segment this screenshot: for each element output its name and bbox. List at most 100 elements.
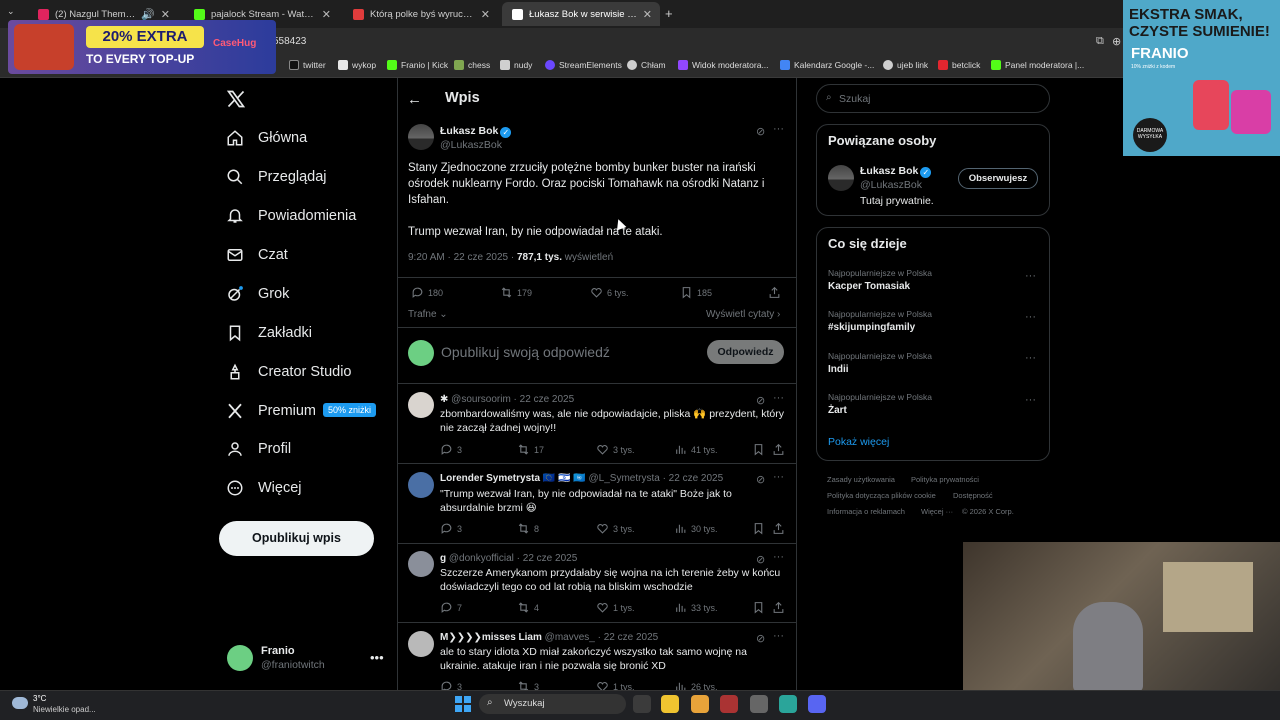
- x-logo-icon[interactable]: [226, 89, 246, 109]
- nav-notifications[interactable]: Powiadomienia: [222, 198, 356, 234]
- windows-start-icon[interactable]: [455, 696, 471, 712]
- avatar[interactable]: [408, 124, 434, 150]
- nav-creator-studio[interactable]: Creator Studio: [222, 354, 352, 390]
- tweet-author-name[interactable]: Łukasz Bok ✓: [440, 125, 512, 138]
- reply-author[interactable]: M❯❯❯❯misses Liam @mavves_ · 22 cze 2025: [440, 632, 658, 643]
- nav-bookmarks[interactable]: Zakładki: [222, 315, 312, 351]
- reply-action[interactable]: 7: [440, 601, 462, 614]
- task-view-icon[interactable]: [633, 695, 651, 713]
- bookmark-betclick[interactable]: betclick: [938, 60, 980, 70]
- post-button[interactable]: Opublikuj wpis: [219, 521, 374, 556]
- bookmark-kalendarz[interactable]: Kalendarz Google -...: [780, 60, 874, 70]
- footer-accessibility[interactable]: Dostępność: [953, 491, 993, 500]
- taskbar-search[interactable]: Wyszukaj: [479, 694, 626, 714]
- bookmark-action[interactable]: [752, 522, 769, 535]
- reply-action[interactable]: 180: [411, 286, 443, 299]
- zoom-icon[interactable]: ⊕: [1112, 35, 1121, 48]
- avatar[interactable]: [408, 472, 434, 498]
- sort-dropdown[interactable]: Trafne ⌄: [408, 309, 448, 320]
- tweet-author-handle[interactable]: @LukaszBok: [440, 139, 502, 151]
- like-action[interactable]: 3 tys.: [596, 522, 635, 535]
- grok-icon[interactable]: ⊘: [756, 473, 765, 486]
- reply-action[interactable]: 3: [440, 522, 462, 535]
- trend-topic[interactable]: #skijumpingfamily: [828, 322, 915, 333]
- trend-topic[interactable]: Żart: [828, 405, 847, 416]
- weather-temp[interactable]: 3°C: [33, 694, 46, 703]
- reply-button[interactable]: Odpowiedz: [707, 340, 784, 364]
- mute-icon[interactable]: 🔊: [141, 8, 155, 21]
- chrome-icon[interactable]: [661, 695, 679, 713]
- app-icon[interactable]: [720, 695, 738, 713]
- share-action[interactable]: [768, 286, 785, 299]
- avatar[interactable]: [828, 165, 854, 191]
- bookmark-action[interactable]: [752, 601, 769, 614]
- bookmark-chess[interactable]: chess: [454, 60, 490, 70]
- more-horizontal-icon[interactable]: ···: [1025, 352, 1036, 364]
- reply-author[interactable]: Lorender Symetrysta 🇪🇺 🇮🇱 🇺🇳 @L_Symetrys…: [440, 473, 723, 484]
- more-horizontal-icon[interactable]: ···: [1025, 394, 1036, 406]
- share-action[interactable]: [772, 522, 789, 535]
- install-app-icon[interactable]: ⧉: [1096, 35, 1104, 48]
- tab-4-active[interactable]: Łukasz Bok w serwisie X: „Stany ✕: [502, 2, 660, 26]
- bookmark-nudy[interactable]: nudy: [500, 60, 532, 70]
- reply-action[interactable]: 3: [440, 443, 462, 456]
- repost-action[interactable]: 17: [517, 443, 544, 456]
- settings-icon[interactable]: [750, 695, 768, 713]
- footer-more[interactable]: Więcej ···: [921, 507, 953, 516]
- more-horizontal-icon[interactable]: ···: [773, 630, 784, 642]
- like-action[interactable]: 3 tys.: [596, 443, 635, 456]
- reply-input[interactable]: Opublikuj swoją odpowiedź: [441, 344, 610, 360]
- weather-desc[interactable]: Niewielkie opad...: [33, 705, 96, 714]
- views-action[interactable]: 41 tys.: [674, 443, 718, 456]
- back-arrow-icon[interactable]: ←: [407, 91, 422, 108]
- grok-icon[interactable]: ⊘: [756, 394, 765, 407]
- grok-icon[interactable]: ⊘: [756, 125, 765, 138]
- show-more-link[interactable]: Pokaż więcej: [828, 436, 889, 448]
- trend-topic[interactable]: Kacper Tomasiak: [828, 281, 910, 292]
- bookmark-wykop[interactable]: wykop: [338, 60, 376, 70]
- more-horizontal-icon[interactable]: ···: [773, 551, 784, 563]
- close-icon[interactable]: ✕: [643, 8, 652, 21]
- new-tab-button[interactable]: +: [665, 6, 673, 21]
- nav-chat[interactable]: Czat: [222, 237, 288, 273]
- like-action[interactable]: 6 tys.: [590, 286, 629, 299]
- repost-action[interactable]: 179: [500, 286, 532, 299]
- repost-action[interactable]: 4: [517, 601, 539, 614]
- like-action[interactable]: 1 tys.: [596, 601, 635, 614]
- tab-list-icon[interactable]: ⌄: [7, 6, 15, 17]
- bookmark-streamelements[interactable]: StreamElements: [545, 60, 622, 70]
- more-horizontal-icon[interactable]: ···: [773, 123, 784, 135]
- reply-author[interactable]: ✱ @soursoorim · 22 cze 2025: [440, 394, 574, 405]
- more-horizontal-icon[interactable]: ···: [773, 392, 784, 404]
- discord-icon[interactable]: [808, 695, 826, 713]
- nav-explore[interactable]: Przeglądaj: [222, 159, 327, 195]
- more-horizontal-icon[interactable]: ···: [1025, 311, 1036, 323]
- nav-grok[interactable]: Grok: [222, 276, 289, 312]
- close-icon[interactable]: ✕: [161, 8, 170, 21]
- share-action[interactable]: [772, 443, 789, 456]
- views-action[interactable]: 30 tys.: [674, 522, 718, 535]
- footer-privacy[interactable]: Polityka prywatności: [911, 475, 979, 484]
- avatar[interactable]: [408, 551, 434, 577]
- app-icon[interactable]: [779, 695, 797, 713]
- footer-ads-info[interactable]: Informacja o reklamach: [827, 507, 905, 516]
- tab-3[interactable]: Którą polke byś wyruchał | Uw ✕: [343, 2, 498, 26]
- close-icon[interactable]: ✕: [322, 8, 331, 21]
- bookmark-widok-moderatora[interactable]: Widok moderatora...: [678, 60, 769, 70]
- grok-icon[interactable]: ⊘: [756, 553, 765, 566]
- grok-icon[interactable]: ⊘: [756, 632, 765, 645]
- following-button[interactable]: Obserwujesz: [958, 168, 1038, 189]
- avatar[interactable]: [408, 392, 434, 418]
- avatar[interactable]: [227, 645, 253, 671]
- more-horizontal-icon[interactable]: ···: [1025, 270, 1036, 282]
- share-action[interactable]: [772, 601, 789, 614]
- more-horizontal-icon[interactable]: ···: [773, 471, 784, 483]
- bookmark-ujeb-link[interactable]: ujeb link: [883, 60, 928, 70]
- file-explorer-icon[interactable]: [691, 695, 709, 713]
- views-action[interactable]: 33 tys.: [674, 601, 718, 614]
- view-quotes-link[interactable]: Wyświetl cytaty ›: [706, 309, 780, 320]
- trend-topic[interactable]: Indii: [828, 364, 849, 375]
- url-field[interactable]: 558423: [273, 36, 306, 47]
- bookmark-panel-moderatora[interactable]: Panel moderatora |...: [991, 60, 1084, 70]
- close-icon[interactable]: ✕: [481, 8, 490, 21]
